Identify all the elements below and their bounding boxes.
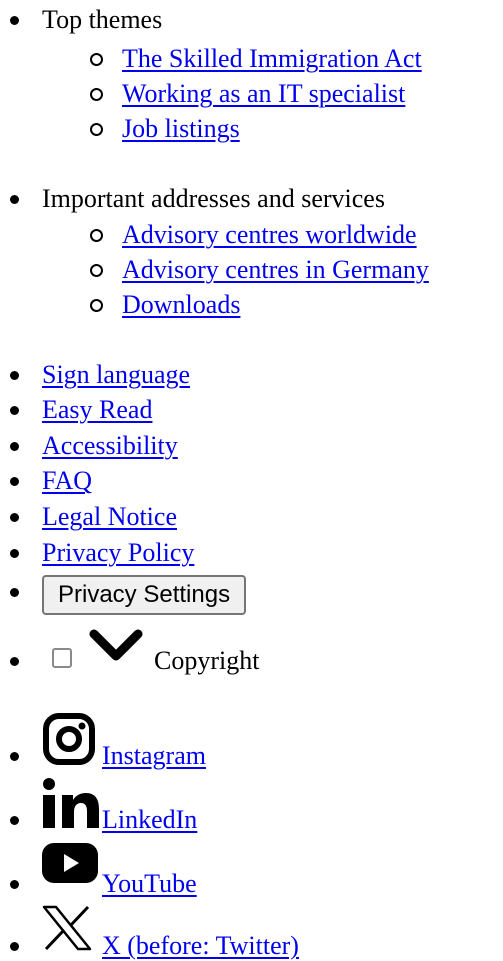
nav-item-downloads[interactable]: Downloads xyxy=(89,287,240,322)
nav-item-advisory-worldwide[interactable]: Advisory centres worldwide xyxy=(90,217,417,252)
copyright-toggle-checkbox[interactable] xyxy=(52,648,72,668)
link-working-it-specialist[interactable]: Working as an IT specialist xyxy=(122,79,405,108)
nav-item-advisory-germany[interactable]: Advisory centres in Germany xyxy=(90,252,429,287)
youtube-icon[interactable] xyxy=(42,843,98,883)
youtube-label: YouTube xyxy=(102,869,197,898)
linkedin-label: LinkedIn xyxy=(102,805,198,834)
footer-item-privacy-policy[interactable]: Privacy Policy xyxy=(9,535,194,570)
link-advisory-worldwide[interactable]: Advisory centres worldwide xyxy=(122,220,417,249)
link-advisory-germany[interactable]: Advisory centres in Germany xyxy=(122,255,429,284)
footer-item-accessibility[interactable]: Accessibility xyxy=(10,428,178,463)
link-faq[interactable]: FAQ xyxy=(42,466,92,495)
footer-item-easy-read[interactable]: Easy Read xyxy=(9,392,152,427)
link-downloads[interactable]: Downloads xyxy=(122,290,240,319)
link-accessibility[interactable]: Accessibility xyxy=(42,431,178,460)
link-skilled-immigration-act[interactable]: The Skilled Immigration Act xyxy=(122,44,422,73)
footer-item-sign-language[interactable]: Sign language xyxy=(9,357,190,392)
top-themes-heading: Top themes xyxy=(9,2,162,37)
linkedin-icon[interactable] xyxy=(42,778,100,830)
footer-item-legal-notice[interactable]: Legal Notice xyxy=(10,499,177,534)
link-legal-notice[interactable]: Legal Notice xyxy=(42,502,177,531)
privacy-settings-button[interactable]: Privacy Settings xyxy=(42,575,247,615)
footer-item-faq[interactable]: FAQ xyxy=(9,463,92,498)
nav-item-job-listings[interactable]: Job listings xyxy=(90,111,240,146)
x-label: X (before: Twitter) xyxy=(102,931,299,960)
instagram-icon[interactable] xyxy=(42,712,96,766)
x-icon[interactable] xyxy=(42,905,92,951)
addresses-heading: Important addresses and services xyxy=(10,181,385,216)
link-easy-read[interactable]: Easy Read xyxy=(42,395,152,424)
nav-item-working-it-specialist[interactable]: Working as an IT specialist xyxy=(89,76,405,111)
link-sign-language[interactable]: Sign language xyxy=(42,360,190,389)
copyright-label: Copyright xyxy=(154,646,260,675)
link-privacy-policy[interactable]: Privacy Policy xyxy=(42,538,194,567)
nav-item-skilled-immigration-act[interactable]: The Skilled Immigration Act xyxy=(90,41,422,76)
link-job-listings[interactable]: Job listings xyxy=(122,114,240,143)
footer-item-privacy-settings: Privacy Settings xyxy=(9,574,247,615)
instagram-label: Instagram xyxy=(102,741,206,770)
chevron-down-icon[interactable] xyxy=(88,628,144,664)
